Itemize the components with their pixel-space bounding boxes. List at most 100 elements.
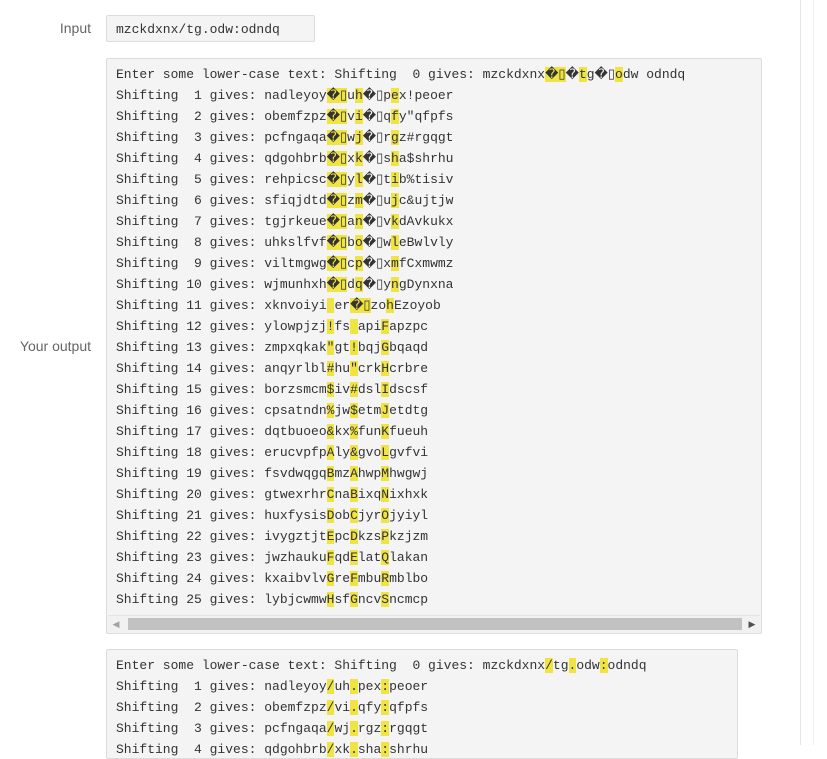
highlight-mark: l bbox=[354, 172, 363, 187]
highlight-mark: C bbox=[350, 508, 358, 523]
input-label: Input bbox=[59, 20, 91, 36]
output1-line: Shifting 1 gives: nadleyoy�▯uh�▯pex!peoe… bbox=[116, 88, 454, 103]
highlight-mark: n bbox=[354, 214, 363, 229]
expected-output-panel: Enter some lower-case text: Shifting 0 g… bbox=[106, 649, 738, 759]
highlight-mark: P bbox=[381, 529, 390, 544]
highlight-mark: j bbox=[354, 130, 363, 145]
highlight-mark: % bbox=[350, 424, 358, 439]
scroll-right-arrow-icon[interactable]: ▶ bbox=[744, 616, 760, 632]
highlight-mark: A bbox=[326, 445, 335, 460]
highlight-mark: . bbox=[350, 679, 358, 694]
highlight-mark: B bbox=[350, 487, 358, 502]
scrollbar-thumb[interactable] bbox=[128, 618, 742, 630]
highlight-mark: " bbox=[350, 361, 358, 376]
output1-line: Shifting 24 gives: kxaibvlvGreFmbuRmblbo bbox=[116, 571, 429, 586]
highlight-mark: E bbox=[350, 550, 358, 565]
highlight-mark: �▯ bbox=[326, 214, 348, 229]
highlight-mark: : bbox=[381, 742, 390, 757]
highlight-mark: . bbox=[350, 700, 358, 715]
scroll-left-arrow-icon[interactable]: ◀ bbox=[108, 616, 124, 632]
highlight-mark: G bbox=[381, 340, 390, 355]
output-panel[interactable]: Enter some lower-case text: Shifting 0 g… bbox=[106, 58, 762, 634]
highlight-mark: / bbox=[545, 658, 553, 673]
highlight-mark: m bbox=[391, 256, 399, 271]
highlight-mark: H bbox=[381, 361, 390, 376]
highlight-mark: L bbox=[381, 445, 390, 460]
output1-line: Shifting 10 gives: wjmunhxh�▯dq�▯yngDynx… bbox=[116, 277, 454, 292]
highlight-mark: ! bbox=[326, 319, 335, 334]
highlight-mark: m bbox=[354, 193, 363, 208]
output1-line: Shifting 8 gives: uhkslfvf�▯bo�▯wleBwlvl… bbox=[116, 235, 454, 250]
output2-line: Shifting 3 gives: pcfngaqa/wj.rgz:rgqgt bbox=[116, 721, 429, 736]
highlight-mark: g bbox=[391, 130, 399, 145]
output1-line: Shifting 7 gives: tgjrkeue�▯an�▯vkdAvkuk… bbox=[116, 214, 454, 229]
expected-output-text: Enter some lower-case text: Shifting 0 g… bbox=[116, 655, 647, 758]
output1-line: Shifting 15 gives: borzsmcm$iv#dslIdscsf bbox=[116, 382, 429, 397]
input-value-box: mzckdxnx/tg.odw:odndq bbox=[106, 15, 315, 42]
highlight-mark: & bbox=[350, 445, 358, 460]
output2-line: Shifting 2 gives: obemfzpz/vi.qfy:qfpfs bbox=[116, 700, 429, 715]
output1-line: Shifting 18 gives: erucvpfpAly&gvoLgvfvi bbox=[116, 445, 429, 460]
output1-line: Shifting 11 gives: xknvoiyi er�▯zohEzoyo… bbox=[116, 298, 441, 313]
output1-line: Shifting 6 gives: sfiqjdtd�▯zm�▯ujc&ujtj… bbox=[116, 193, 454, 208]
highlight-mark: " bbox=[326, 340, 335, 355]
highlight-mark: C bbox=[326, 487, 335, 502]
highlight-mark: . bbox=[350, 721, 358, 736]
column-divider bbox=[800, 0, 801, 745]
highlight-mark: A bbox=[350, 466, 358, 481]
highlight-mark: M bbox=[381, 466, 390, 481]
highlight-mark: R bbox=[381, 571, 390, 586]
highlight-mark: h bbox=[391, 151, 399, 166]
output1-line: Shifting 16 gives: cpsatndn%jw$etmJetdtg bbox=[116, 403, 429, 418]
output1-line: Shifting 22 gives: ivygztjtEpcDkzsPkzjzm bbox=[116, 529, 429, 544]
highlight-mark: J bbox=[381, 403, 390, 418]
output1-line: Shifting 4 gives: qdgohbrb�▯xk�▯sha$shrh… bbox=[116, 151, 454, 166]
highlight-mark bbox=[326, 298, 335, 313]
highlight-mark: $ bbox=[350, 403, 358, 418]
highlight-mark: �▯ bbox=[545, 67, 566, 82]
page-edge bbox=[813, 0, 814, 745]
output1-line: Shifting 5 gives: rehpicsc�▯yl�▯tib%tisi… bbox=[116, 172, 454, 187]
output1-line: Shifting 13 gives: zmpxqkak"gt!bqjGbqaqd bbox=[116, 340, 429, 355]
highlight-mark: # bbox=[350, 382, 358, 397]
output1-line: Shifting 3 gives: pcfngaqa�▯wj�▯rgz#rgqg… bbox=[116, 130, 454, 145]
highlight-mark: i bbox=[391, 172, 399, 187]
highlight-mark: . bbox=[568, 658, 577, 673]
highlight-mark: : bbox=[381, 679, 390, 694]
highlight-mark: Q bbox=[381, 550, 390, 565]
highlight-mark: t bbox=[578, 67, 587, 82]
highlight-mark bbox=[350, 319, 358, 334]
highlight-mark: n bbox=[391, 277, 399, 292]
highlight-mark: e bbox=[391, 88, 399, 103]
highlight-mark: E bbox=[326, 529, 335, 544]
output1-line: Enter some lower-case text: Shifting 0 g… bbox=[116, 67, 686, 82]
output1-line: Shifting 14 gives: anqyrlbl#hu"crkHcrbre bbox=[116, 361, 429, 376]
output2-line: Enter some lower-case text: Shifting 0 g… bbox=[116, 658, 647, 673]
highlight-mark: p bbox=[354, 256, 363, 271]
highlight-mark: $ bbox=[326, 382, 335, 397]
output-text: Enter some lower-case text: Shifting 0 g… bbox=[116, 64, 685, 610]
highlight-mark: F bbox=[381, 319, 390, 334]
highlight-mark: q bbox=[354, 277, 363, 292]
highlight-mark: �▯ bbox=[326, 109, 348, 124]
horizontal-scrollbar[interactable]: ◀ ▶ bbox=[108, 615, 760, 632]
output1-line: Shifting 25 gives: lybjcwmwHsfGncvSncmcp bbox=[116, 592, 429, 607]
highlight-mark: o bbox=[615, 67, 623, 82]
highlight-mark: D bbox=[326, 508, 335, 523]
output1-line: Shifting 19 gives: fsvdwqgqBmzAhwpMhwgwj bbox=[116, 466, 429, 481]
highlight-mark: : bbox=[599, 658, 608, 673]
output1-line: Shifting 21 gives: huxfysisDobCjyrOjyiyl bbox=[116, 508, 429, 523]
highlight-mark: f bbox=[391, 109, 399, 124]
highlight-mark: �▯ bbox=[326, 277, 348, 292]
highlight-mark: S bbox=[381, 592, 390, 607]
output1-line: Shifting 23 gives: jwzhaukuFqdElatQlakan bbox=[116, 550, 429, 565]
highlight-mark: �▯ bbox=[326, 256, 348, 271]
highlight-mark: O bbox=[381, 508, 390, 523]
output2-line: Shifting 1 gives: nadleyoy/uh.pex:peoer bbox=[116, 679, 429, 694]
highlight-mark: N bbox=[381, 487, 390, 502]
highlight-mark: F bbox=[350, 571, 358, 586]
highlight-mark: �▯ bbox=[350, 298, 371, 313]
highlight-mark: F bbox=[326, 550, 335, 565]
highlight-mark: K bbox=[381, 424, 390, 439]
highlight-mark: i bbox=[354, 109, 363, 124]
